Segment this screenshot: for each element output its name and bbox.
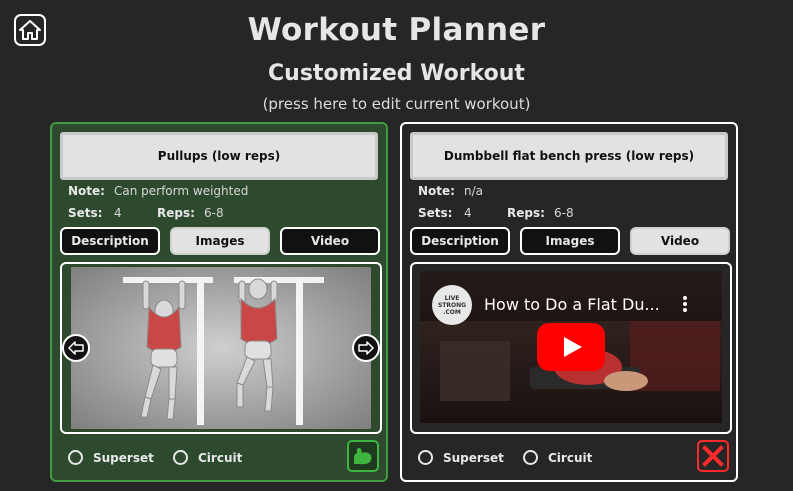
tab-description[interactable]: Description <box>60 227 160 255</box>
sets-label: Sets: <box>68 206 103 220</box>
sets-reps-row: Sets: 4 Reps: 6-8 <box>68 206 224 220</box>
note-label: Note: <box>68 184 105 198</box>
reps-label: Reps: <box>507 206 545 220</box>
note-value: Can perform weighted <box>114 184 249 198</box>
note-row: Note: n/a <box>418 184 483 198</box>
reps-value: 6-8 <box>204 206 224 220</box>
edit-workout-link[interactable]: (press here to edit current workout) <box>0 95 793 113</box>
circuit-radio[interactable]: Circuit <box>173 450 242 465</box>
radio-circle-icon <box>173 450 188 465</box>
play-icon <box>537 323 605 371</box>
tab-images[interactable]: Images <box>170 227 270 255</box>
radio-circle-icon <box>68 450 83 465</box>
superset-label: Superset <box>443 450 504 465</box>
sets-label: Sets: <box>418 206 453 220</box>
circuit-label: Circuit <box>198 450 243 465</box>
workout-subtitle: Customized Workout <box>268 61 525 86</box>
youtube-play-button[interactable] <box>537 323 605 375</box>
pullup-exercise-image <box>71 267 371 429</box>
radio-circle-icon <box>523 450 538 465</box>
youtube-video-player[interactable]: LIVE STRONG .COM How to Do a Flat Du... <box>420 271 722 423</box>
tab-images[interactable]: Images <box>520 227 620 255</box>
exercise-title-button[interactable]: Pullups (low reps) <box>60 132 378 180</box>
arrow-right-icon <box>358 341 374 355</box>
superset-radio[interactable]: Superset <box>418 450 504 465</box>
reps-value: 6-8 <box>554 206 574 220</box>
next-image-button[interactable] <box>352 334 380 362</box>
note-label: Note: <box>418 184 455 198</box>
exercise-card-pullups[interactable]: Pullups (low reps) Note: Can perform weig… <box>50 122 388 482</box>
channel-logo: LIVE STRONG .COM <box>432 285 472 325</box>
arrow-left-icon <box>68 341 84 355</box>
previous-image-button[interactable] <box>62 334 90 362</box>
circuit-label: Circuit <box>548 450 593 465</box>
tab-video[interactable]: Video <box>630 227 730 255</box>
delete-exercise-button[interactable] <box>697 440 729 472</box>
superset-label: Superset <box>93 450 154 465</box>
note-value: n/a <box>464 184 484 198</box>
exercise-video-panel: LIVE STRONG .COM How to Do a Flat Du... <box>410 262 732 434</box>
exercise-title-button[interactable]: Dumbbell flat bench press (low reps) <box>410 132 728 180</box>
delete-x-icon <box>702 445 724 467</box>
page-title: Workout Planner <box>247 12 546 48</box>
reps-label: Reps: <box>157 206 195 220</box>
more-options-icon[interactable] <box>682 295 688 317</box>
superset-radio[interactable]: Superset <box>68 450 154 465</box>
tab-description[interactable]: Description <box>410 227 510 255</box>
sets-reps-row: Sets: 4 Reps: 6-8 <box>418 206 574 220</box>
tab-video[interactable]: Video <box>280 227 380 255</box>
exercise-image-panel <box>60 262 382 434</box>
exercise-card-dumbbell-bench[interactable]: Dumbbell flat bench press (low reps) Not… <box>400 122 738 482</box>
circuit-radio[interactable]: Circuit <box>523 450 592 465</box>
note-row: Note: Can perform weighted <box>68 184 248 198</box>
video-title: How to Do a Flat Du... <box>484 295 660 314</box>
sets-value: 4 <box>464 206 472 220</box>
sets-value: 4 <box>114 206 122 220</box>
flexed-arm-icon <box>354 448 372 465</box>
radio-circle-icon <box>418 450 433 465</box>
add-exercise-button[interactable] <box>347 440 379 472</box>
